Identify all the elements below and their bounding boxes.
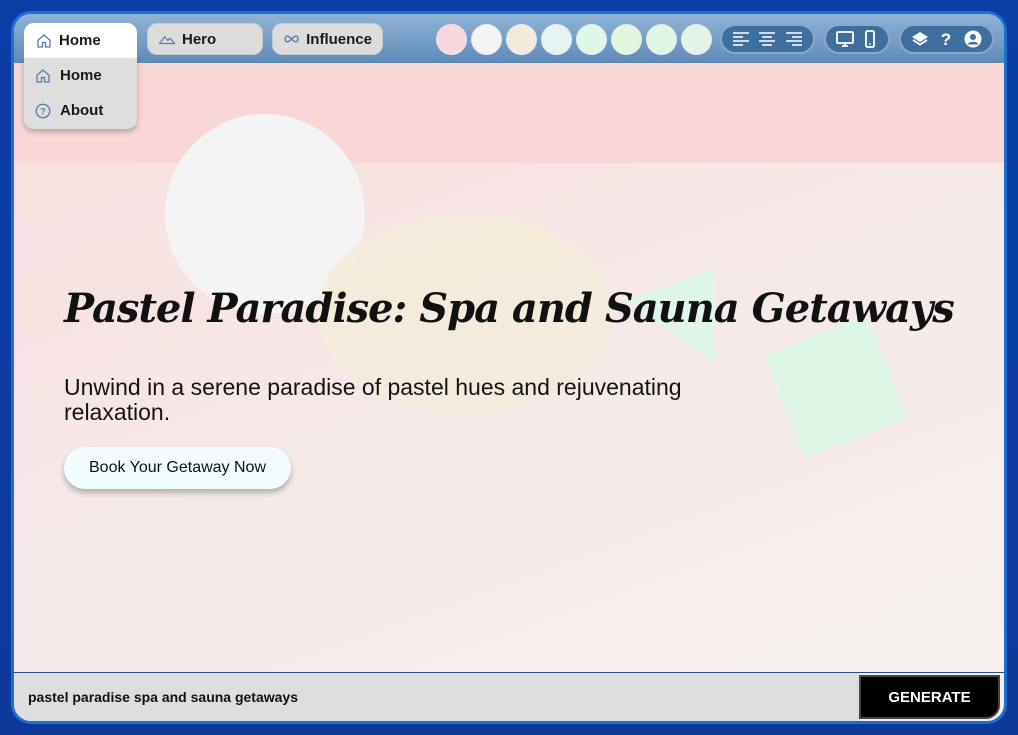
tab-influence[interactable]: Influence xyxy=(272,23,383,55)
menu-item-about-label: About xyxy=(60,102,104,119)
help-circle-icon: ? xyxy=(35,103,51,118)
infinity-icon xyxy=(284,35,299,43)
tab-home[interactable]: Home xyxy=(24,23,137,58)
device-tools xyxy=(824,24,890,54)
app-frame: Home Hero Influence ? Home ? About Paste… xyxy=(11,11,1007,724)
account-button[interactable] xyxy=(961,27,985,51)
help-icon: ? xyxy=(941,30,951,49)
app-window: Home Hero Influence ? Home ? About Paste… xyxy=(14,14,1004,721)
prompt-input[interactable] xyxy=(14,673,859,721)
help-button[interactable]: ? xyxy=(934,27,958,51)
home-icon xyxy=(37,33,51,48)
align-center-icon xyxy=(759,32,776,46)
color-swatch-5[interactable] xyxy=(576,24,607,55)
mobile-view-button[interactable] xyxy=(858,27,882,51)
mint-square-shape xyxy=(764,314,908,458)
hero-section: Pastel Paradise: Spa and Sauna Getaways … xyxy=(14,63,1004,671)
tab-influence-label: Influence xyxy=(306,30,372,48)
align-left-button[interactable] xyxy=(729,27,753,51)
hero-decorative-shapes xyxy=(165,114,908,458)
align-center-button[interactable] xyxy=(755,27,779,51)
book-getaway-button[interactable]: Book Your Getaway Now xyxy=(64,447,291,489)
home-icon xyxy=(36,68,50,83)
hero-subtitle: Unwind in a serene paradise of pastel hu… xyxy=(64,374,682,425)
color-swatch-7[interactable] xyxy=(646,24,677,55)
tab-hero[interactable]: Hero xyxy=(147,23,263,55)
user-icon xyxy=(964,30,982,48)
tab-home-label: Home xyxy=(59,32,101,49)
align-right-icon xyxy=(785,32,802,46)
align-right-button[interactable] xyxy=(782,27,806,51)
menu-item-about[interactable]: ? About xyxy=(24,93,137,128)
prompt-bar: GENERATE xyxy=(14,672,1004,721)
layers-icon xyxy=(912,32,929,46)
color-swatch-2[interactable] xyxy=(471,24,502,55)
color-swatch-1[interactable] xyxy=(436,24,467,55)
color-swatch-6[interactable] xyxy=(611,24,642,55)
top-toolbar: Home Hero Influence ? xyxy=(14,14,1004,63)
align-left-icon xyxy=(733,32,750,46)
color-swatch-8[interactable] xyxy=(681,24,712,55)
svg-text:?: ? xyxy=(40,106,46,116)
tab-hero-label: Hero xyxy=(182,30,217,48)
misc-tools: ? xyxy=(899,24,994,54)
desktop-icon xyxy=(835,31,854,47)
hero-title: Pastel Paradise: Spa and Sauna Getaways xyxy=(64,285,955,332)
mountain-icon xyxy=(158,35,176,45)
menu-item-home[interactable]: Home xyxy=(24,58,137,93)
align-tools xyxy=(720,24,815,54)
generate-button[interactable]: GENERATE xyxy=(859,675,1000,719)
color-swatch-4[interactable] xyxy=(541,24,572,55)
menu-item-home-label: Home xyxy=(60,67,102,84)
mobile-icon xyxy=(864,30,875,48)
desktop-view-button[interactable] xyxy=(833,27,857,51)
color-swatch-3[interactable] xyxy=(506,24,537,55)
layers-button[interactable] xyxy=(908,27,932,51)
svg-text:?: ? xyxy=(941,30,951,49)
nav-dropdown-menu: Home ? About xyxy=(24,58,137,129)
